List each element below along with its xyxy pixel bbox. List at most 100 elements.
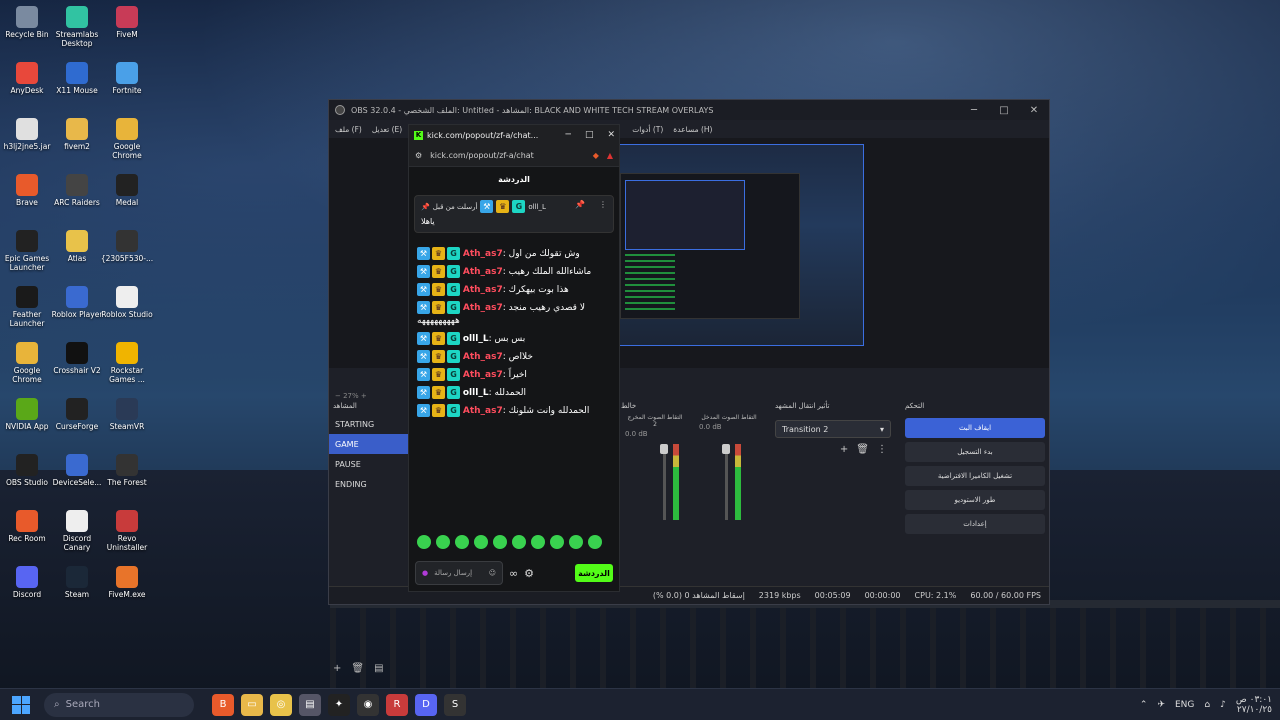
scene-item-starting[interactable]: STARTING	[329, 414, 409, 434]
send-chat-button[interactable]: الدردشة	[575, 564, 613, 582]
brave-taskbar-icon[interactable]: B	[212, 693, 234, 716]
chat-username[interactable]: Ath_as7	[463, 267, 503, 277]
emote-icon[interactable]	[531, 535, 545, 549]
desktop-icon[interactable]: Rec Room	[0, 510, 54, 543]
chrome-taskbar-icon[interactable]: ◎	[270, 693, 292, 716]
chat-urlbar[interactable]: ⚙ kick.com/popout/zf-a/chat ◆ ▲	[409, 145, 619, 167]
kick-chat-popout[interactable]: K kick.com/popout/zf-a/chat... ─ □ ✕ ⚙ k…	[408, 124, 620, 592]
desktop-icon[interactable]: Roblox Player	[50, 286, 104, 319]
revo-taskbar-icon[interactable]: R	[386, 693, 408, 716]
studio-mode-button[interactable]: طور الاستوديو	[905, 490, 1045, 510]
desktop-icon[interactable]: Revo Uninstaller	[100, 510, 154, 552]
desktop-icon[interactable]: ARC Raiders	[50, 174, 104, 207]
chat-username[interactable]: Ath_as7	[463, 303, 503, 313]
more-icon[interactable]: ⋮	[877, 444, 887, 455]
desktop-icon[interactable]: {2305F530-...	[100, 230, 154, 263]
close-icon[interactable]: ✕	[607, 130, 615, 140]
desktop-icon[interactable]: Brave	[0, 174, 54, 207]
notepad-icon[interactable]: ▤	[299, 693, 321, 716]
tray-chevron-icon[interactable]: ⌃	[1140, 700, 1148, 710]
tray-app-icon[interactable]: ✈	[1157, 700, 1165, 710]
menu-edit[interactable]: تعديل (E)	[372, 125, 402, 134]
emote-icon[interactable]	[588, 535, 602, 549]
emote-icon[interactable]	[436, 535, 450, 549]
desktop-icon[interactable]: Medal	[100, 174, 154, 207]
maximize-icon[interactable]: □	[585, 130, 594, 140]
desktop-icon[interactable]: Roblox Studio	[100, 286, 154, 319]
desktop-icon[interactable]: Steam	[50, 566, 104, 599]
pinned-message[interactable]: 📌 أرسلت من قبل ⚒ ♛ G olll_L ياهلا 📌 ⋮	[414, 195, 614, 233]
virtual-camera-button[interactable]: تشغيل الكاميرا الافتراضية	[905, 466, 1045, 486]
chat-message[interactable]: ⚒ ♛ G olll_L: الحمدلله	[409, 384, 619, 402]
brave-rewards-icon[interactable]: ▲	[607, 151, 613, 160]
chat-username[interactable]: Ath_as7	[463, 370, 503, 380]
desktop-icon[interactable]: Google Chrome	[100, 118, 154, 160]
add-icon[interactable]: +	[333, 663, 341, 674]
minimize-icon[interactable]: ─	[566, 130, 571, 140]
desktop-icon[interactable]: Feather Launcher	[0, 286, 54, 328]
emote-icon[interactable]	[550, 535, 564, 549]
steam-taskbar-icon[interactable]: S	[444, 693, 466, 716]
chat-message[interactable]: ⚒ ♛ G Ath_as7: اخيراً	[409, 366, 619, 384]
settings-icon[interactable]: ⚙	[524, 567, 534, 580]
scene-item-ending[interactable]: ENDING	[329, 474, 409, 494]
menu-file[interactable]: ملف (F)	[335, 125, 362, 134]
windows-start-icon[interactable]	[12, 695, 30, 714]
medal-taskbar-icon[interactable]: ✦	[328, 693, 350, 716]
trash-icon[interactable]: 🗑	[351, 663, 364, 674]
desktop-icon[interactable]: The Forest	[100, 454, 154, 487]
desktop-icon[interactable]: Fortnite	[100, 62, 154, 95]
desktop-icon[interactable]: Discord Canary	[50, 510, 104, 552]
chat-message[interactable]: ⚒ ♛ G Ath_as7: خلااص	[409, 348, 619, 366]
volume-knob[interactable]	[660, 444, 668, 454]
site-info-icon[interactable]: ⚙	[415, 151, 422, 160]
chat-input[interactable]: ● إرسال رسالة ☺	[415, 561, 503, 585]
more-icon[interactable]: ⋮	[599, 200, 607, 209]
start-recording-button[interactable]: بدء التسجيل	[905, 442, 1045, 462]
emote-icon[interactable]	[417, 535, 431, 549]
desktop-icon[interactable]: AnyDesk	[0, 62, 54, 95]
chat-message[interactable]: ⚒ ♛ G Ath_as7: وش تقولك من اول	[409, 245, 619, 263]
emotes-icon[interactable]: ∞	[509, 567, 518, 580]
emote-icon[interactable]	[493, 535, 507, 549]
desktop-icon[interactable]: Recycle Bin	[0, 6, 54, 39]
trash-icon[interactable]: 🗑	[856, 444, 869, 455]
discord-taskbar-icon[interactable]: D	[415, 693, 437, 716]
taskbar-search[interactable]: ⌕ Search	[44, 692, 194, 717]
chat-message[interactable]: ⚒ ♛ G olll_L: بس بس	[409, 330, 619, 348]
scene-item-game[interactable]: GAME	[329, 434, 409, 454]
desktop-icon[interactable]: Crosshair V2	[50, 342, 104, 375]
chat-message[interactable]: ⚒ ♛ G Ath_as7: ماشاءالله الملك رهيب	[409, 263, 619, 281]
language-indicator[interactable]: ENG	[1175, 700, 1194, 710]
chat-username[interactable]: Ath_as7	[463, 249, 503, 259]
menu-tools[interactable]: أدوات (T)	[632, 125, 663, 134]
chat-username[interactable]: Ath_as7	[463, 285, 503, 295]
desktop-icon[interactable]: FiveM.exe	[100, 566, 154, 599]
stop-stream-button[interactable]: ايقاف البث	[905, 418, 1045, 438]
zoom-controls[interactable]: − 27% +	[335, 392, 367, 400]
desktop-icon[interactable]: CurseForge	[50, 398, 104, 431]
close-icon[interactable]: ✕	[1019, 100, 1049, 120]
desktop-icon[interactable]: Rockstar Games ...	[100, 342, 154, 384]
chat-titlebar[interactable]: K kick.com/popout/zf-a/chat... ─ □ ✕	[409, 125, 619, 145]
network-icon[interactable]: ⌂	[1204, 700, 1210, 710]
obs-taskbar-icon[interactable]: ◉	[357, 693, 379, 716]
settings-button[interactable]: إعدادات	[905, 514, 1045, 534]
desktop-icon[interactable]: Google Chrome	[0, 342, 54, 384]
emote-icon[interactable]	[455, 535, 469, 549]
chat-username[interactable]: olll_L	[463, 334, 489, 344]
desktop-icon[interactable]: Atlas	[50, 230, 104, 263]
chat-username[interactable]: olll_L	[463, 388, 489, 398]
emoji-icon[interactable]: ☺	[489, 569, 496, 577]
desktop-icon[interactable]: SteamVR	[100, 398, 154, 431]
desktop-icon[interactable]: Streamlabs Desktop	[50, 6, 104, 48]
pin-icon[interactable]: 📌	[575, 200, 585, 209]
emote-icon[interactable]	[569, 535, 583, 549]
desktop-icon[interactable]: Discord	[0, 566, 54, 599]
volume-slider[interactable]	[722, 444, 730, 520]
stream-preview[interactable]	[619, 144, 864, 346]
chat-message[interactable]: ⚒ ♛ G Ath_as7: لا قصدي رهيب منجد ههههههههه…	[409, 299, 619, 330]
desktop-icon[interactable]: DeviceSele...	[50, 454, 104, 487]
chat-username[interactable]: Ath_as7	[463, 406, 503, 416]
desktop-icon[interactable]: FiveM	[100, 6, 154, 39]
